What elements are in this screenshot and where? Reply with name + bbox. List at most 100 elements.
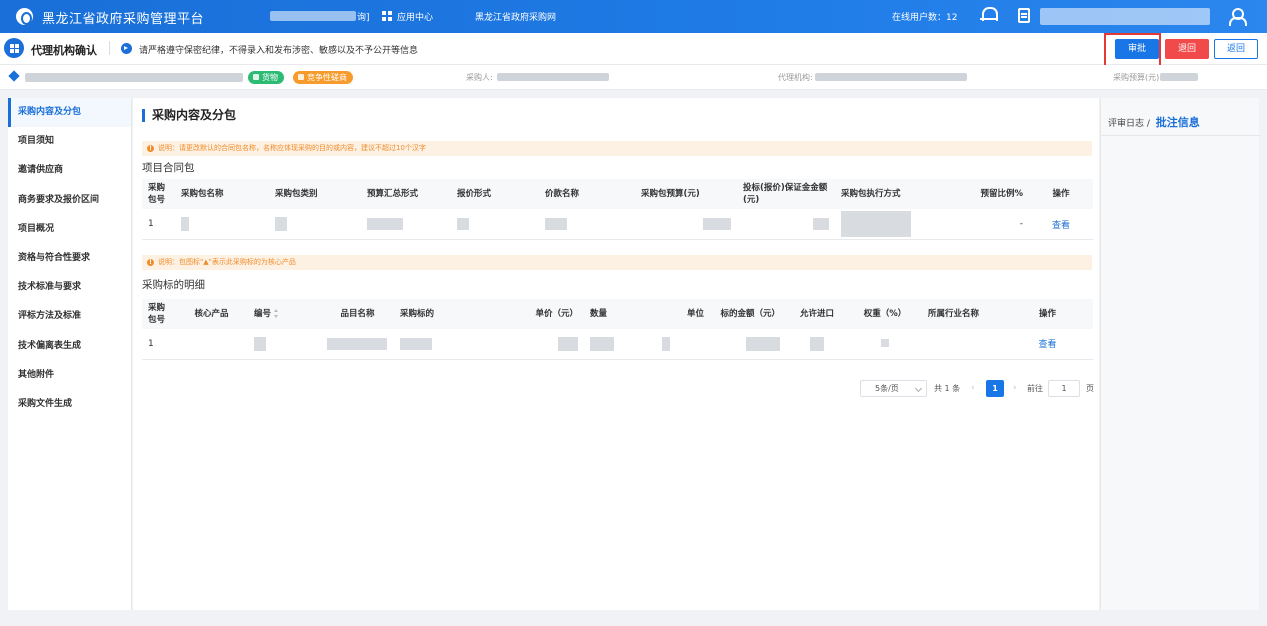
user-suffix: 询]	[357, 13, 370, 23]
redacted-cell	[635, 209, 737, 240]
goto-label: 前往	[1027, 384, 1043, 393]
sidebar-item-project-notice[interactable]: 项目须知	[8, 127, 131, 156]
redacted-cell	[835, 209, 931, 240]
procurement-items-title: 采购标的明细	[142, 279, 205, 291]
sidebar: 采购内容及分包 项目须知 邀请供应商 商务要求及报价区间 项目概况 资格与符合性…	[8, 98, 132, 610]
diamond-icon	[8, 70, 20, 82]
col-header: 采购包名称	[175, 179, 269, 209]
app-center-link[interactable]: 应用中心	[397, 10, 433, 23]
col-header: 所属行业名称	[922, 299, 1002, 329]
redacted-cell	[848, 329, 922, 360]
redacted-cell	[248, 329, 321, 360]
project-info-bar: 货物 竞争性磋商 采购人: 代理机构: 采购预算(元):	[0, 65, 1267, 90]
col-header: 允许进口	[786, 299, 848, 329]
package-number-cell: 1	[142, 329, 175, 360]
core-product-note: 说明：包图标"▲"表示此采购标的为核心产品	[142, 255, 1092, 270]
page-title: 代理机构确认	[31, 44, 97, 57]
table-header-row: 采购包号 核心产品 编号 品目名称 采购标的 单价（元） 数量 单位 标的金额（…	[142, 299, 1093, 329]
sidebar-item-deviation-table[interactable]: 技术偏离表生成	[8, 332, 131, 361]
col-header: 单价（元）	[464, 299, 584, 329]
page-header: 代理机构确认 请严格遵守保密纪律，不得录入和发布涉密、敏感以及不予公开等信息 审…	[0, 33, 1267, 65]
budget-label: 采购预算(元):	[1113, 73, 1162, 82]
section-title: 采购内容及分包	[142, 109, 236, 122]
redacted-user-info	[1040, 8, 1210, 25]
package-number-cell: 1	[142, 209, 175, 240]
redacted-cell	[737, 209, 835, 240]
redacted-cell	[786, 329, 848, 360]
table-row: 1 查看	[142, 329, 1093, 360]
redacted-cell	[321, 329, 394, 360]
procurement-site-link[interactable]: 黑龙江省政府采购网	[475, 10, 556, 23]
speaker-icon	[121, 43, 132, 54]
review-panel-header: 评审日志 / 批注信息	[1108, 114, 1200, 130]
menu-grid-icon[interactable]	[4, 38, 24, 58]
annotation-tab[interactable]: 批注信息	[1156, 116, 1200, 129]
sort-icon[interactable]	[274, 309, 279, 318]
divider	[109, 41, 110, 55]
total-count: 共 1 条	[934, 384, 961, 393]
document-icon[interactable]	[1018, 8, 1030, 23]
col-header: 采购包类别	[269, 179, 361, 209]
col-header: 采购包号	[142, 299, 175, 329]
goods-tag: 货物	[248, 71, 284, 84]
reject-button[interactable]: 退回	[1165, 39, 1209, 59]
sidebar-item-content-and-packages[interactable]: 采购内容及分包	[8, 98, 131, 128]
redacted-cell	[361, 209, 451, 240]
reserve-ratio-cell: -	[931, 209, 1029, 240]
col-header: 核心产品	[175, 299, 248, 329]
redacted-cell	[464, 329, 584, 360]
review-log-tab[interactable]: 评审日志 /	[1108, 119, 1150, 129]
platform-logo-icon	[16, 8, 33, 25]
sidebar-item-business-requirements[interactable]: 商务要求及报价区间	[8, 186, 131, 215]
col-header: 采购标的	[394, 299, 464, 329]
col-header: 数量	[584, 299, 656, 329]
table-header-row: 采购包号 采购包名称 采购包类别 预算汇总形式 报价形式 价款名称 采购包预算(…	[142, 179, 1093, 209]
goto-page-input[interactable]: 1	[1048, 380, 1080, 397]
col-header: 品目名称	[321, 299, 394, 329]
sidebar-item-technical-standards[interactable]: 技术标准与要求	[8, 273, 131, 302]
main-content: 采购内容及分包 说明：请更改默认的合同包名称，名称应体现采购的目的或内容，建议不…	[133, 98, 1099, 610]
current-page-button[interactable]: 1	[986, 380, 1004, 397]
col-header: 采购包预算(元)	[635, 179, 737, 209]
contract-package-table: 采购包号 采购包名称 采购包类别 预算汇总形式 报价形式 价款名称 采购包预算(…	[142, 179, 1093, 240]
view-item-link[interactable]: 查看	[1002, 329, 1093, 360]
sidebar-item-attachments[interactable]: 其他附件	[8, 361, 131, 390]
app-grid-icon[interactable]	[382, 11, 392, 21]
review-panel: 评审日志 / 批注信息	[1100, 98, 1260, 610]
view-package-link[interactable]: 查看	[1029, 209, 1093, 240]
divider	[1101, 135, 1260, 136]
back-button[interactable]: 返回	[1214, 39, 1258, 59]
approve-button[interactable]: 审批	[1115, 39, 1159, 59]
col-header: 投标(报价)保证金金额(元)	[737, 179, 835, 209]
redacted-cell	[656, 329, 710, 360]
package-name-note: 说明：请更改默认的合同包名称，名称应体现采购的目的或内容，建议不超过10个汉字	[142, 141, 1092, 156]
agency-label: 代理机构:	[778, 73, 813, 82]
col-header: 操作	[1002, 299, 1093, 329]
sidebar-item-qualification[interactable]: 资格与符合性要求	[8, 244, 131, 273]
industry-cell	[922, 329, 1002, 360]
redacted-user-name	[270, 11, 356, 21]
core-product-cell	[175, 329, 248, 360]
redacted-cell	[175, 209, 269, 240]
col-header: 报价形式	[451, 179, 539, 209]
sidebar-item-project-overview[interactable]: 项目概况	[8, 215, 131, 244]
col-header: 标的金额（元）	[710, 299, 786, 329]
user-icon[interactable]	[1229, 8, 1247, 26]
col-header: 权重（%）	[848, 299, 922, 329]
redacted-cell	[584, 329, 656, 360]
page-size-select[interactable]: 5条/页	[860, 380, 927, 397]
redacted-agency	[815, 73, 967, 81]
sidebar-item-invite-suppliers[interactable]: 邀请供应商	[8, 156, 131, 185]
next-page-icon[interactable]: ›	[1013, 383, 1017, 393]
prev-page-icon[interactable]: ‹	[971, 383, 975, 393]
col-header[interactable]: 编号	[248, 299, 321, 329]
redacted-cell	[539, 209, 635, 240]
col-header-label: 编号	[254, 309, 272, 319]
col-header: 预算汇总形式	[361, 179, 451, 209]
sidebar-item-generate-document[interactable]: 采购文件生成	[8, 390, 131, 419]
col-header: 采购包号	[142, 179, 175, 209]
bell-icon[interactable]	[980, 7, 998, 22]
contract-package-title: 项目合同包	[142, 162, 195, 174]
col-header: 采购包执行方式	[835, 179, 931, 209]
sidebar-item-evaluation-method[interactable]: 评标方法及标准	[8, 302, 131, 331]
